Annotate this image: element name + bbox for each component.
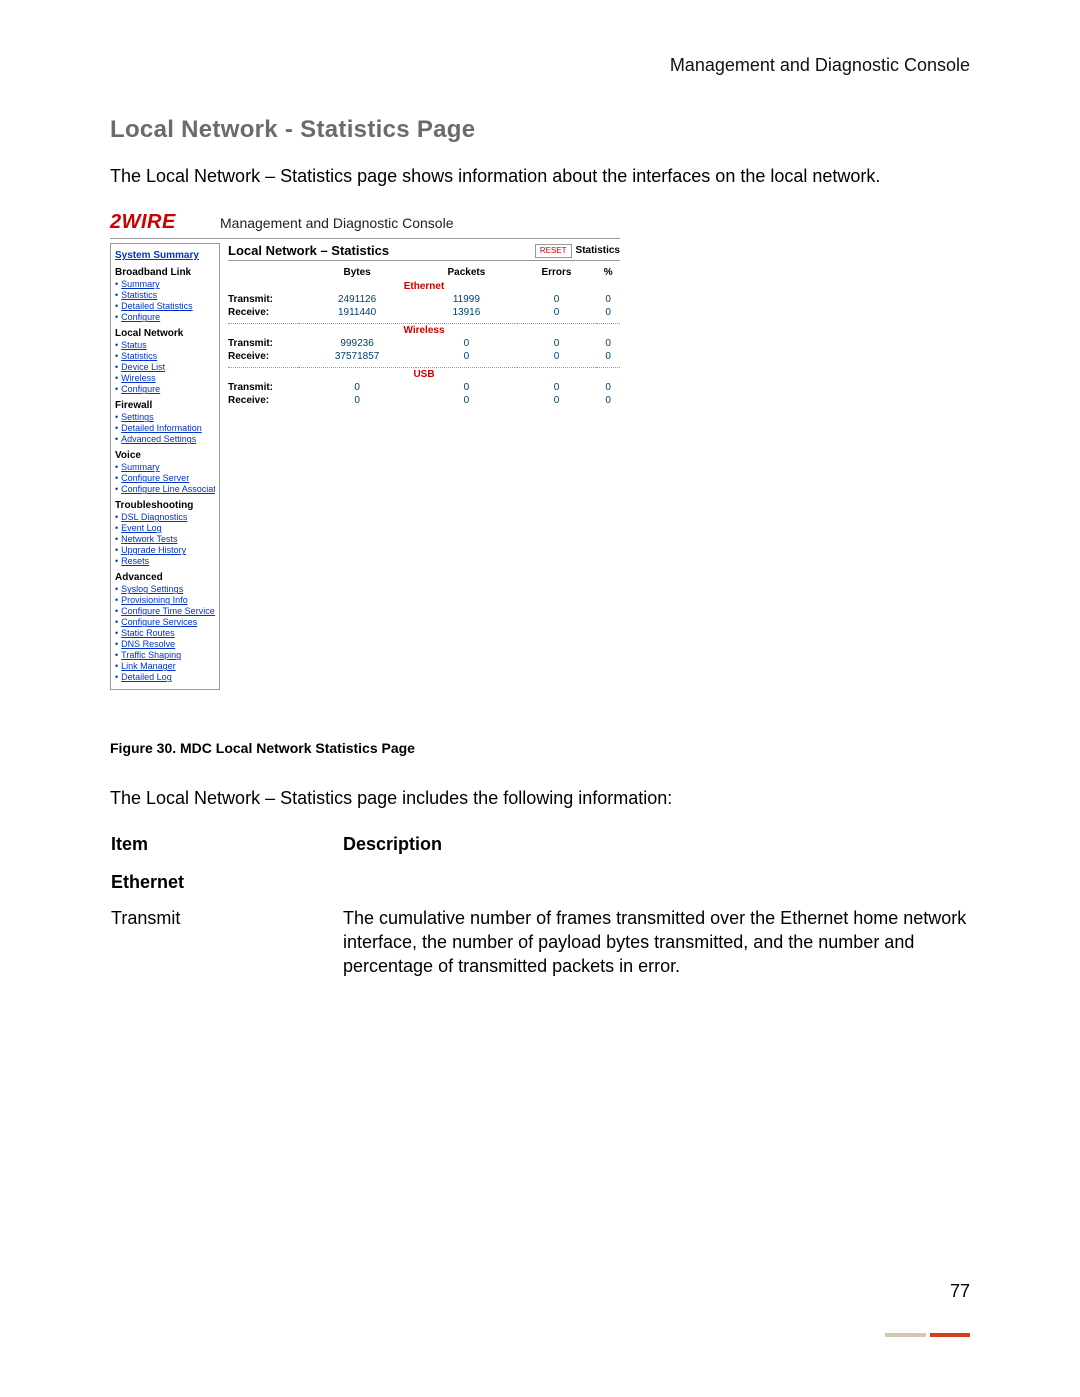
sidebar-item[interactable]: Provisioning Info	[115, 595, 215, 605]
sidebar-item[interactable]: Resets	[115, 556, 215, 566]
sidebar-item[interactable]: Status	[115, 340, 215, 350]
cell: 13916	[416, 306, 516, 319]
sidebar-item-system-summary[interactable]: System Summary	[115, 250, 215, 261]
sidebar-group-firewall: Firewall	[115, 400, 215, 411]
cell: 0	[416, 394, 516, 407]
cell: 0	[596, 293, 620, 306]
sidebar-item[interactable]: Configure	[115, 312, 215, 322]
brand-logo: 2WIRE	[110, 211, 220, 234]
cell: 0	[596, 394, 620, 407]
sidebar-item[interactable]: Detailed Statistics	[115, 301, 215, 311]
cell: 0	[517, 337, 597, 350]
sidebar-group-troubleshooting: Troubleshooting	[115, 500, 215, 511]
cell: 0	[517, 394, 597, 407]
statistics-table: Bytes Packets Errors % Ethernet Transmit…	[228, 265, 620, 407]
info-section: Ethernet	[110, 869, 342, 904]
row-label: Receive:	[228, 394, 298, 407]
sidebar-item[interactable]: Device List	[115, 362, 215, 372]
sidebar-item[interactable]: Configure Time Services	[115, 606, 215, 616]
col-packets: Packets	[416, 265, 516, 280]
sidebar-item[interactable]: Static Routes	[115, 628, 215, 638]
footer-accent-bar	[885, 1333, 970, 1337]
sidebar-item[interactable]: Detailed Log	[115, 672, 215, 682]
sidebar-item[interactable]: Event Log	[115, 523, 215, 533]
sidebar-item[interactable]: Upgrade History	[115, 545, 215, 555]
cell: 0	[517, 293, 597, 306]
cell: 0	[298, 394, 416, 407]
sidebar-item[interactable]: Wireless	[115, 373, 215, 383]
info-head-item: Item	[110, 833, 342, 869]
row-label: Receive:	[228, 306, 298, 319]
cell: 2491126	[298, 293, 416, 306]
cell: 0	[416, 337, 516, 350]
intro-paragraph: The Local Network – Statistics page show…	[110, 164, 970, 189]
cell: 999236	[298, 337, 416, 350]
cell: 0	[416, 350, 516, 363]
cell: 37571857	[298, 350, 416, 363]
sidebar-item[interactable]: Configure Server	[115, 473, 215, 483]
chapter-header: Management and Diagnostic Console	[110, 55, 970, 76]
cell: 0	[517, 381, 597, 394]
cell: 0	[517, 306, 597, 319]
info-head-desc: Description	[342, 833, 970, 869]
panel-title: Local Network – Statistics	[228, 243, 389, 258]
row-label: Receive:	[228, 350, 298, 363]
col-errors: Errors	[517, 265, 597, 280]
cell: 0	[596, 350, 620, 363]
row-label: Transmit:	[228, 337, 298, 350]
cell: 1911440	[298, 306, 416, 319]
sidebar-item[interactable]: Detailed Information	[115, 423, 215, 433]
col-bytes: Bytes	[298, 265, 416, 280]
sidebar-item[interactable]: Statistics	[115, 351, 215, 361]
iface-wireless: Wireless	[228, 324, 620, 338]
sidebar-nav: System Summary Broadband Link Summary St…	[110, 243, 220, 690]
sidebar-item[interactable]: Link Manager	[115, 661, 215, 671]
cell: 0	[596, 381, 620, 394]
cell: 0	[596, 306, 620, 319]
info-description: The cumulative number of frames transmit…	[342, 905, 970, 989]
cell: 11999	[416, 293, 516, 306]
reset-button[interactable]: RESET	[535, 244, 572, 258]
sidebar-item[interactable]: Configure	[115, 384, 215, 394]
col-percent: %	[596, 265, 620, 280]
section-heading: Local Network - Statistics Page	[110, 116, 970, 144]
sidebar-item[interactable]: Traffic Shaping	[115, 650, 215, 660]
sidebar-group-broadband: Broadband Link	[115, 267, 215, 278]
sidebar-item[interactable]: Configure Services	[115, 617, 215, 627]
cell: 0	[416, 381, 516, 394]
sidebar-item[interactable]: Advanced Settings	[115, 434, 215, 444]
sidebar-group-localnetwork: Local Network	[115, 328, 215, 339]
sidebar-group-voice: Voice	[115, 450, 215, 461]
sidebar-item[interactable]: Summary	[115, 279, 215, 289]
sidebar-item[interactable]: Statistics	[115, 290, 215, 300]
sidebar-item[interactable]: Settings	[115, 412, 215, 422]
sidebar-item[interactable]: DNS Resolve	[115, 639, 215, 649]
iface-usb: USB	[228, 368, 620, 382]
post-paragraph: The Local Network – Statistics page incl…	[110, 786, 970, 811]
sidebar-item[interactable]: Syslog Settings	[115, 584, 215, 594]
sidebar-item[interactable]: Summary	[115, 462, 215, 472]
cell: 0	[517, 350, 597, 363]
sidebar-item[interactable]: DSL Diagnostics	[115, 512, 215, 522]
page-number: 77	[950, 1281, 970, 1302]
panel-right-label: Statistics	[576, 245, 620, 256]
figure-caption: Figure 30. MDC Local Network Statistics …	[110, 740, 970, 756]
cell: 0	[298, 381, 416, 394]
iface-ethernet: Ethernet	[228, 280, 620, 293]
cell: 0	[596, 337, 620, 350]
row-label: Transmit:	[228, 293, 298, 306]
console-title: Management and Diagnostic Console	[220, 215, 453, 231]
info-item: Transmit	[110, 905, 342, 989]
embedded-console: 2WIRE Management and Diagnostic Console …	[110, 211, 620, 690]
sidebar-item[interactable]: Network Tests	[115, 534, 215, 544]
sidebar-item[interactable]: Configure Line Association	[115, 484, 215, 494]
info-table: Item Description Ethernet Transmit The c…	[110, 833, 970, 988]
row-label: Transmit:	[228, 381, 298, 394]
sidebar-group-advanced: Advanced	[115, 572, 215, 583]
